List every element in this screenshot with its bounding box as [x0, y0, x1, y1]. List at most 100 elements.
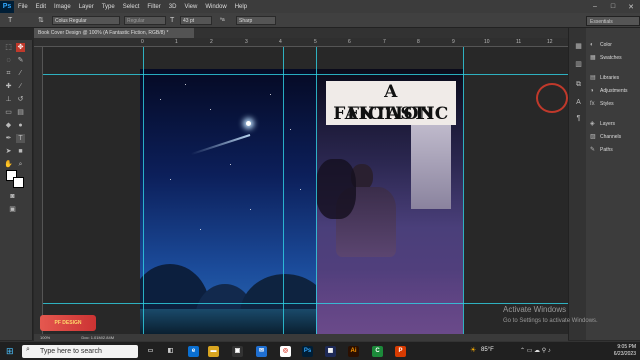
eraser-tool-icon[interactable]: ▭: [4, 108, 13, 117]
history-panel-icon[interactable]: ▦: [574, 42, 583, 51]
font-style-select[interactable]: Regular: [124, 16, 166, 25]
purple-mist: [316, 269, 463, 334]
menu-edit[interactable]: Edit: [36, 4, 46, 10]
history-brush-tool-icon[interactable]: ↺: [16, 95, 25, 104]
ruler-tick: 8: [417, 39, 420, 45]
menu-window[interactable]: Window: [205, 4, 226, 10]
store-icon[interactable]: ▣: [232, 346, 243, 357]
clock[interactable]: 9:05 PM 6/23/2023: [614, 344, 636, 358]
file-explorer-icon[interactable]: ▬: [208, 346, 219, 357]
workspace-select[interactable]: Essentials: [586, 16, 640, 26]
menu-file[interactable]: File: [18, 4, 28, 10]
guide-line[interactable]: [283, 47, 284, 334]
quick-select-tool-icon[interactable]: ✎: [16, 56, 25, 65]
text-orientation-icon[interactable]: ⇅: [38, 16, 44, 25]
type-tool-icon[interactable]: T: [8, 16, 12, 25]
antialias-select[interactable]: Sharp: [236, 16, 276, 25]
type-tool-icon[interactable]: T: [16, 134, 25, 143]
menu-filter[interactable]: Filter: [147, 4, 160, 10]
panel-channels[interactable]: ▨ Channels: [590, 134, 621, 140]
edge-icon[interactable]: e: [188, 346, 199, 357]
ruler-tick: 4: [279, 39, 282, 45]
layer-comps-icon[interactable]: ⧉: [574, 80, 583, 89]
path-select-tool-icon[interactable]: ➤: [4, 147, 13, 156]
panel-paths[interactable]: ✎ Paths: [590, 147, 613, 153]
ruler-tick: 12: [547, 39, 553, 45]
zoom-level[interactable]: 100%: [40, 335, 50, 340]
mail-icon[interactable]: ✉: [256, 346, 267, 357]
photoshop-taskbar-icon[interactable]: Ps: [302, 346, 313, 357]
activation-watermark-title: Activate Windows: [503, 305, 567, 314]
system-tray-icons[interactable]: ⌃ ▭ ☁ ⚲ ♪: [520, 347, 551, 354]
panel-styles[interactable]: fx Styles: [590, 101, 614, 107]
paths-icon: ✎: [590, 147, 596, 153]
options-bar: T ⇅ Colus Regular Regular T 43 pt ªa Sha…: [0, 13, 640, 28]
screen-mode-icon[interactable]: ▣: [8, 205, 17, 214]
panel-adjustments[interactable]: ◑ Adjustments: [590, 88, 628, 94]
ruler-tick: 11: [516, 39, 522, 45]
taskbar-search-input[interactable]: Type here to search: [22, 345, 138, 358]
shape-tool-icon[interactable]: ■: [16, 147, 25, 156]
hand-tool-icon[interactable]: ✋: [4, 160, 13, 169]
powerpoint-icon[interactable]: P: [395, 346, 406, 357]
panel-color[interactable]: ◐ Color: [590, 42, 612, 48]
marquee-tool-icon[interactable]: ⬚: [4, 43, 13, 52]
menu-image[interactable]: Image: [54, 4, 71, 10]
character-panel-icon[interactable]: A: [574, 98, 583, 107]
menu-select[interactable]: Select: [123, 4, 140, 10]
font-family-select[interactable]: Colus Regular: [52, 16, 120, 25]
zoom-tool-icon[interactable]: ⌕: [16, 160, 25, 169]
menu-help[interactable]: Help: [235, 4, 247, 10]
blur-tool-icon[interactable]: ◆: [4, 121, 13, 130]
cover-title-box[interactable]: A FANTASTIC FICTION: [326, 81, 456, 125]
windows-start-icon[interactable]: ⊞: [6, 346, 14, 357]
healing-tool-icon[interactable]: ✚: [4, 82, 13, 91]
properties-panel-icon[interactable]: ▥: [574, 60, 583, 69]
dodge-tool-icon[interactable]: ●: [16, 121, 25, 130]
illustrator-icon[interactable]: Ai: [348, 346, 359, 357]
font-size-select[interactable]: 43 pt: [180, 16, 212, 25]
move-tool-icon[interactable]: ✥: [16, 43, 25, 52]
quick-mask-icon[interactable]: ◙: [8, 192, 17, 201]
background-color-swatch[interactable]: [13, 177, 24, 188]
gradient-tool-icon[interactable]: ▤: [16, 108, 25, 117]
maximize-button[interactable]: □: [604, 3, 622, 11]
crop-tool-icon[interactable]: ⌗: [4, 69, 13, 78]
brush-tool-icon[interactable]: ∕: [16, 82, 25, 91]
styles-icon: fx: [590, 101, 595, 107]
panel-libraries[interactable]: ▤ Libraries: [590, 75, 619, 81]
guide-line[interactable]: [43, 74, 568, 75]
menu-layer[interactable]: Layer: [79, 4, 94, 10]
comet-tail: [190, 134, 251, 156]
ruler-tick: 7: [383, 39, 386, 45]
chrome-icon[interactable]: ◎: [280, 346, 291, 357]
lasso-tool-icon[interactable]: ◌: [4, 56, 13, 65]
girl-hair-shape: [316, 159, 356, 219]
ruler-tick: 2: [210, 39, 213, 45]
task-view-icon[interactable]: ▭: [145, 346, 156, 357]
camtasia-icon[interactable]: C: [372, 346, 383, 357]
pen-tool-icon[interactable]: ✒: [4, 134, 13, 143]
doc-size[interactable]: Doc: 1.01M/2.84M: [81, 335, 114, 340]
menu-type[interactable]: Type: [102, 4, 115, 10]
weather-icon[interactable]: ☀: [470, 346, 476, 354]
widgets-icon[interactable]: ◧: [165, 346, 176, 357]
guide-line[interactable]: [463, 47, 464, 334]
menu-3d[interactable]: 3D: [169, 4, 177, 10]
stamp-tool-icon[interactable]: ⊥: [4, 95, 13, 104]
guide-line[interactable]: [143, 47, 144, 334]
close-button[interactable]: ✕: [622, 3, 640, 11]
paragraph-panel-icon[interactable]: ¶: [574, 114, 583, 123]
weather-temp[interactable]: 85°F: [481, 347, 494, 353]
eyedropper-tool-icon[interactable]: ⁄: [16, 69, 25, 78]
app-icon[interactable]: ▦: [325, 346, 336, 357]
menu-view[interactable]: View: [184, 4, 197, 10]
guide-line[interactable]: [316, 47, 317, 334]
panel-layers[interactable]: ◈ Layers: [590, 121, 615, 127]
minimize-button[interactable]: –: [586, 3, 604, 11]
canvas-area[interactable]: A FANTASTIC FICTION: [43, 47, 568, 334]
document-tab[interactable]: Book Cover Design @ 100% (A Fantastic Fi…: [34, 28, 194, 38]
font-size-icon: T: [170, 17, 175, 24]
panel-swatches[interactable]: ▦ Swatches: [590, 55, 622, 61]
guide-line[interactable]: [43, 303, 568, 304]
